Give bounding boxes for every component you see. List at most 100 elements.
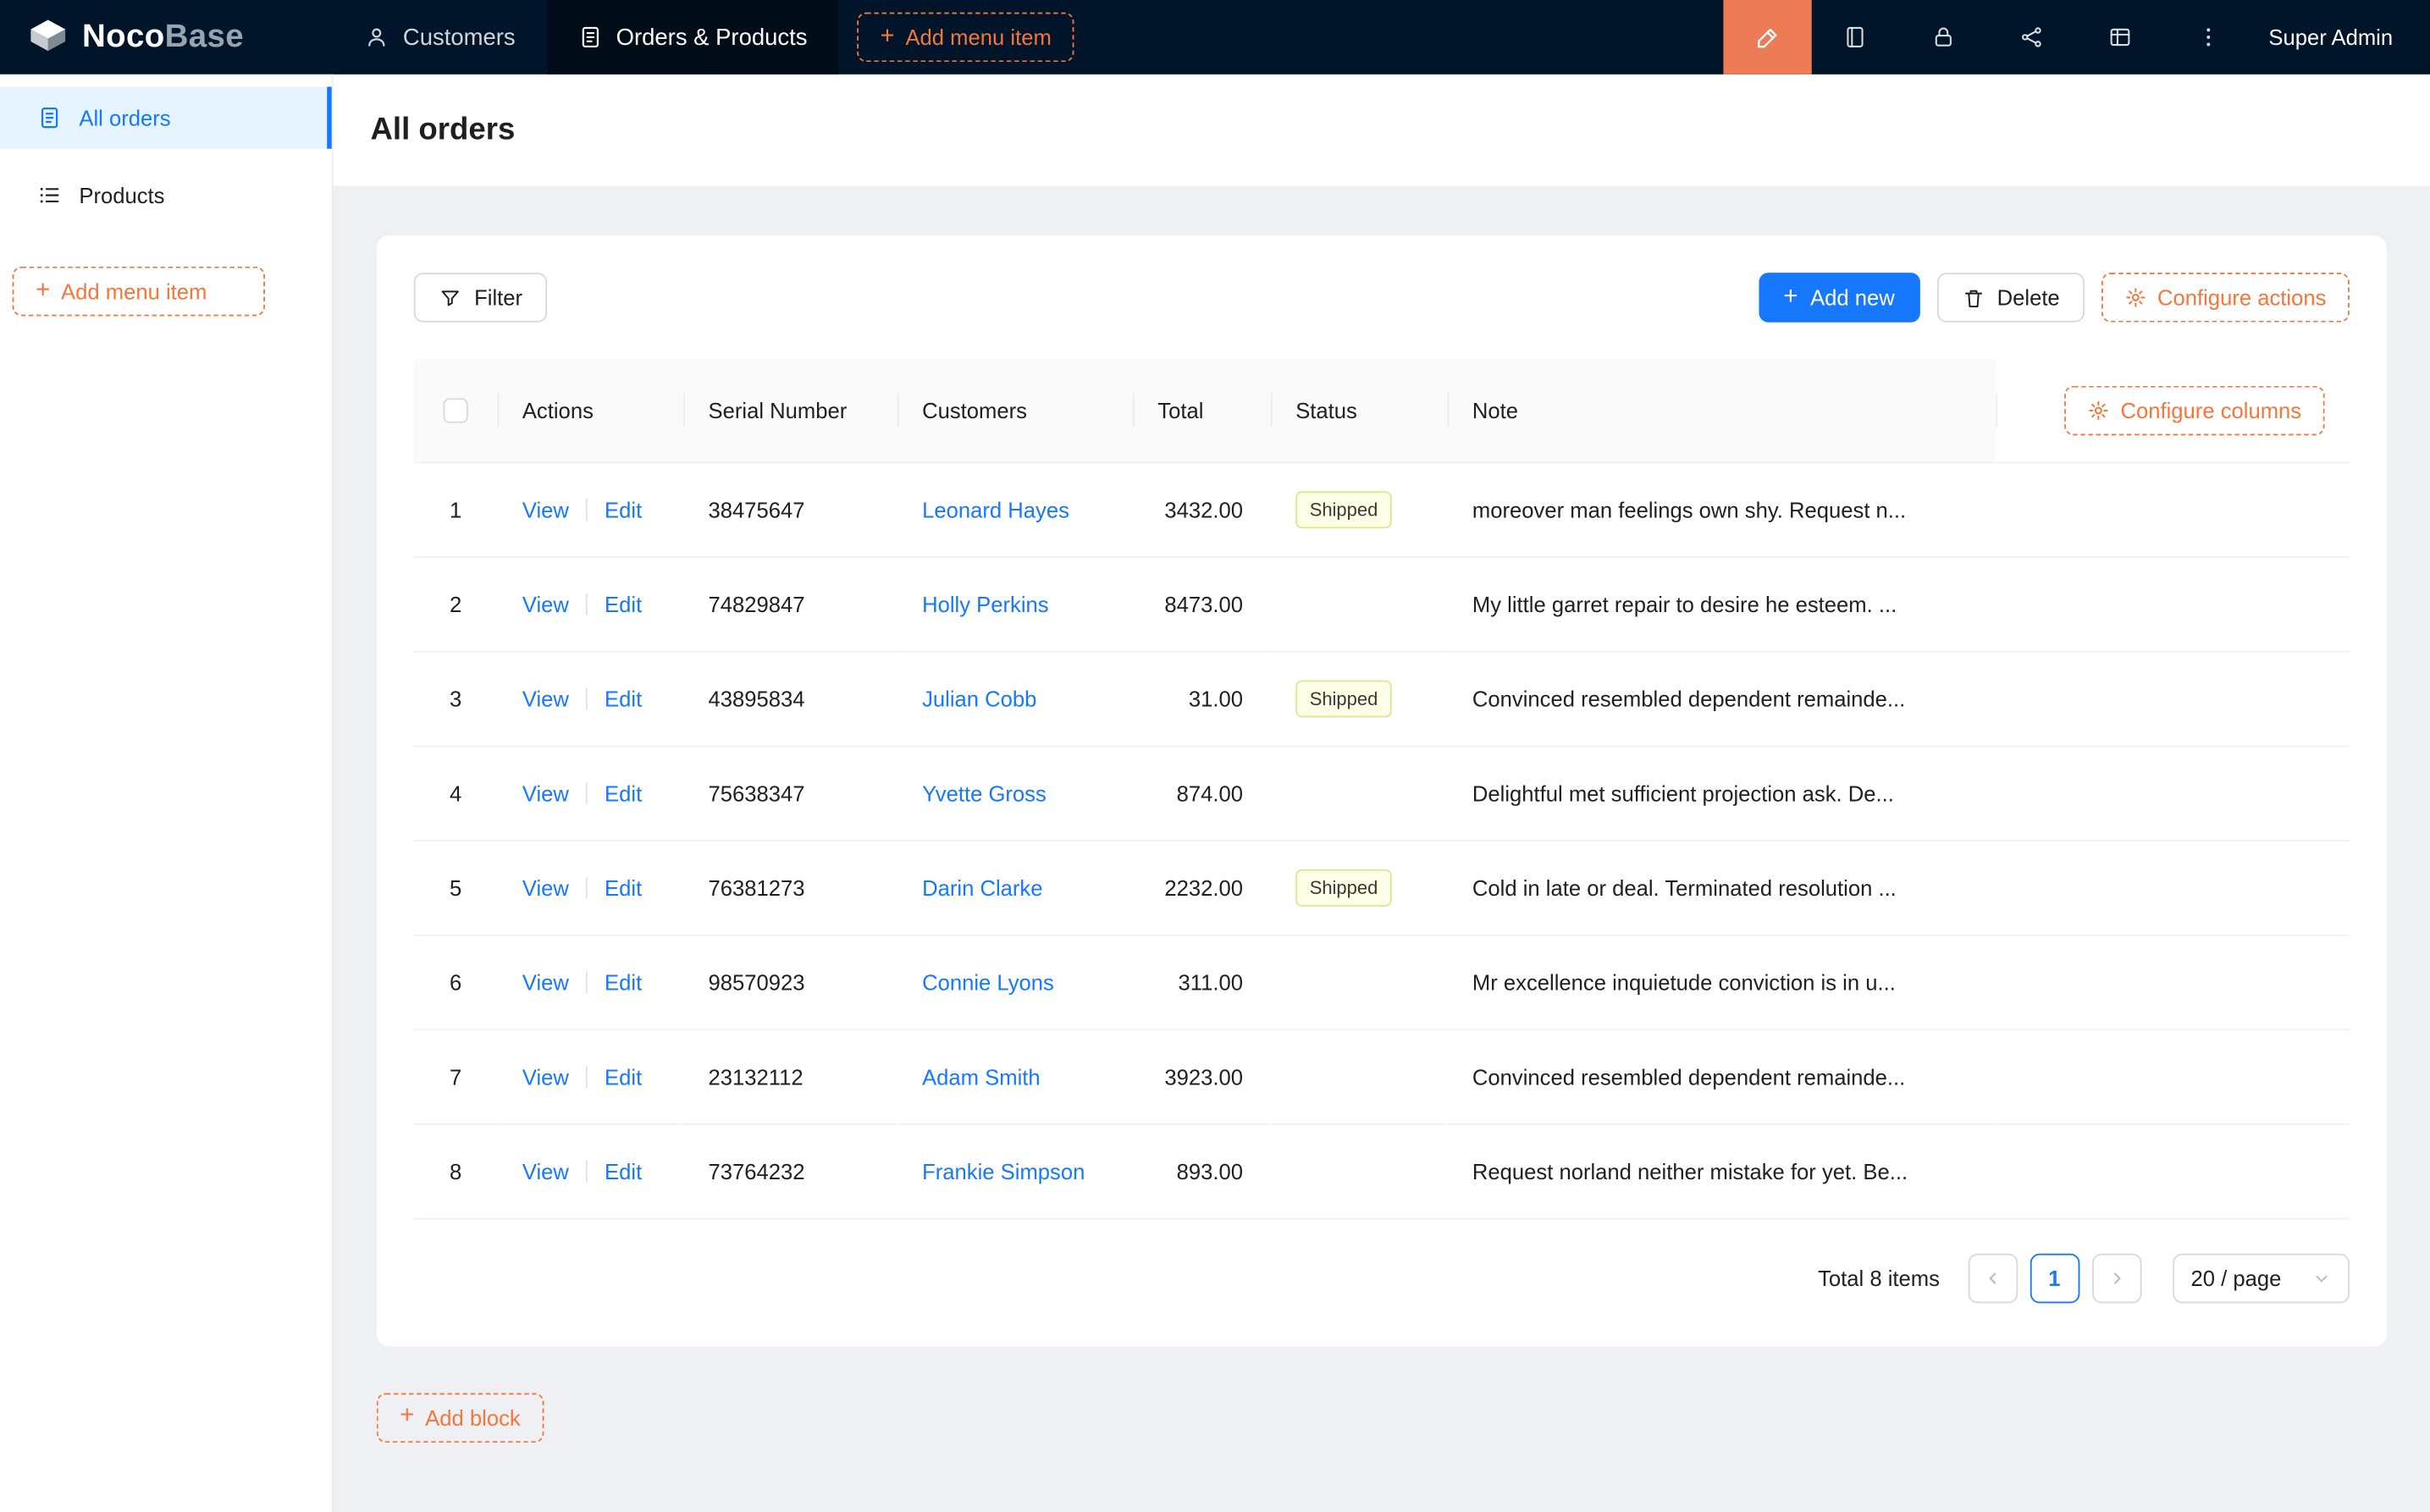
share-icon-button[interactable] <box>1988 0 2076 74</box>
edit-link[interactable]: Edit <box>605 1158 642 1183</box>
view-link[interactable]: View <box>522 686 569 710</box>
nocobase-logo-icon <box>28 17 69 58</box>
book-icon-button[interactable] <box>1811 0 1899 74</box>
layout-icon <box>2108 25 2133 49</box>
orders-table: Actions Serial Number Customers Total St… <box>414 360 2350 1219</box>
customer-link[interactable]: Julian Cobb <box>922 686 1036 710</box>
user-icon <box>364 25 389 49</box>
table-row[interactable]: 1 ViewEdit 38475647 Leonard Hayes 3432.0… <box>414 461 2350 556</box>
delete-button[interactable]: Delete <box>1936 273 2085 323</box>
customer-link[interactable]: Yvette Gross <box>922 781 1047 805</box>
table-row[interactable]: 2 ViewEdit 74829847 Holly Perkins 8473.0… <box>414 556 2350 651</box>
edit-link[interactable]: Edit <box>605 497 642 521</box>
action-divider <box>586 781 588 803</box>
edit-link[interactable]: Edit <box>605 1064 642 1089</box>
serial-number: 38475647 <box>708 497 804 521</box>
edit-link[interactable]: Edit <box>605 686 642 710</box>
view-link[interactable]: View <box>522 969 569 994</box>
table-row[interactable]: 3 ViewEdit 43895834 Julian Cobb 31.00 Sh… <box>414 651 2350 746</box>
edit-link[interactable]: Edit <box>605 591 642 615</box>
note-text: Convinced resembled dependent remainde..… <box>1472 1064 1971 1089</box>
plus-icon: + <box>36 279 50 303</box>
table-toolbar: Filter + Add new Delete <box>414 273 2350 323</box>
plus-icon: + <box>881 24 895 48</box>
customer-link[interactable]: Frankie Simpson <box>922 1158 1085 1183</box>
header-right-toolbar: Super Admin <box>1723 0 2430 74</box>
nav-item-orders-products[interactable]: Orders & Products <box>546 0 838 74</box>
status-badge: Shipped <box>1295 680 1392 717</box>
header-add-menu-item-button[interactable]: + Add menu item <box>857 13 1074 63</box>
sidebar-add-menu-item-button[interactable]: + Add menu item <box>13 267 265 317</box>
add-new-button[interactable]: + Add new <box>1759 273 1919 323</box>
note-text: Delightful met sufficient projection ask… <box>1472 781 1971 805</box>
logo[interactable]: NocoBase <box>0 0 334 74</box>
configure-columns-button[interactable]: Configure columns <box>2065 385 2325 435</box>
note-text: Request norland neither mistake for yet.… <box>1472 1158 1971 1183</box>
total-value: 8473.00 <box>1164 591 1243 615</box>
lock-icon-button[interactable] <box>1900 0 1988 74</box>
page-title: All orders <box>370 113 515 148</box>
customer-link[interactable]: Holly Perkins <box>922 591 1049 615</box>
serial-number: 73764232 <box>708 1158 804 1183</box>
pagination-next-button[interactable] <box>2091 1253 2141 1303</box>
plus-icon: + <box>400 1404 414 1428</box>
app: NocoBase Customers Orders & Products + A… <box>0 0 2430 1512</box>
main-content: All orders Filter + <box>334 74 2430 1512</box>
edit-link[interactable]: Edit <box>605 875 642 899</box>
table-row[interactable]: 4 ViewEdit 75638347 Yvette Gross 874.00 … <box>414 745 2350 840</box>
total-value: 311.00 <box>1179 969 1243 994</box>
view-link[interactable]: View <box>522 591 569 615</box>
customer-link[interactable]: Adam Smith <box>922 1064 1041 1089</box>
view-link[interactable]: View <box>522 781 569 805</box>
layout-icon-button[interactable] <box>2076 0 2164 74</box>
table-row[interactable]: 5 ViewEdit 76381273 Darin Clarke 2232.00… <box>414 840 2350 935</box>
more-icon-button[interactable] <box>2165 0 2253 74</box>
view-link[interactable]: View <box>522 1064 569 1089</box>
table-row[interactable]: 7 ViewEdit 23132112 Adam Smith 3923.00 C… <box>414 1029 2350 1123</box>
column-header-customers: Customers <box>897 360 1133 462</box>
view-link[interactable]: View <box>522 875 569 899</box>
sidebar-item-all-orders[interactable]: All orders <box>0 87 332 149</box>
page-size-select[interactable]: 20 / page <box>2173 1253 2350 1303</box>
highlighter-icon <box>1754 24 1781 50</box>
configure-actions-button[interactable]: Configure actions <box>2101 273 2350 323</box>
view-link[interactable]: View <box>522 1158 569 1183</box>
serial-number: 98570923 <box>708 969 804 994</box>
column-header-configure: Configure columns <box>1996 360 2350 462</box>
table-row[interactable]: 6 ViewEdit 98570923 Connie Lyons 311.00 … <box>414 935 2350 1029</box>
sidebar-item-label: All orders <box>79 105 170 130</box>
user-name[interactable]: Super Admin <box>2253 0 2430 74</box>
customer-link[interactable]: Connie Lyons <box>922 969 1054 994</box>
add-block-button[interactable]: + Add block <box>377 1393 544 1443</box>
logo-text: NocoBase <box>82 19 244 56</box>
plus-icon: + <box>1783 284 1798 309</box>
chevron-right-icon <box>2107 1268 2126 1287</box>
pagination-page-1-button[interactable]: 1 <box>2030 1253 2079 1303</box>
view-link[interactable]: View <box>522 497 569 521</box>
select-all-checkbox[interactable] <box>443 399 467 423</box>
note-text: moreover man feelings own shy. Request n… <box>1472 497 1971 521</box>
action-divider <box>586 498 588 520</box>
file-table-icon <box>577 25 602 49</box>
ui-editor-highlighter-icon-button[interactable] <box>1723 0 1811 74</box>
customer-link[interactable]: Darin Clarke <box>922 875 1042 899</box>
table-row[interactable]: 8 ViewEdit 73764232 Frankie Simpson 893.… <box>414 1123 2350 1218</box>
sidebar-item-products[interactable]: Products <box>0 164 332 226</box>
action-divider <box>586 1160 588 1182</box>
nav-item-customers[interactable]: Customers <box>334 0 547 74</box>
more-vertical-icon <box>2196 25 2221 49</box>
column-header-status: Status <box>1271 360 1448 462</box>
row-index: 3 <box>450 686 461 710</box>
table-header-row: Actions Serial Number Customers Total St… <box>414 360 2350 462</box>
page-header: All orders <box>334 74 2430 186</box>
pagination-prev-button[interactable] <box>1968 1253 2018 1303</box>
action-divider <box>586 971 588 993</box>
chevron-left-icon <box>1983 1268 2002 1287</box>
edit-link[interactable]: Edit <box>605 781 642 805</box>
total-value: 893.00 <box>1177 1158 1243 1183</box>
customer-link[interactable]: Leonard Hayes <box>922 497 1069 521</box>
book-icon <box>1843 25 1868 49</box>
filter-button[interactable]: Filter <box>414 273 548 323</box>
action-divider <box>586 876 588 898</box>
edit-link[interactable]: Edit <box>605 969 642 994</box>
